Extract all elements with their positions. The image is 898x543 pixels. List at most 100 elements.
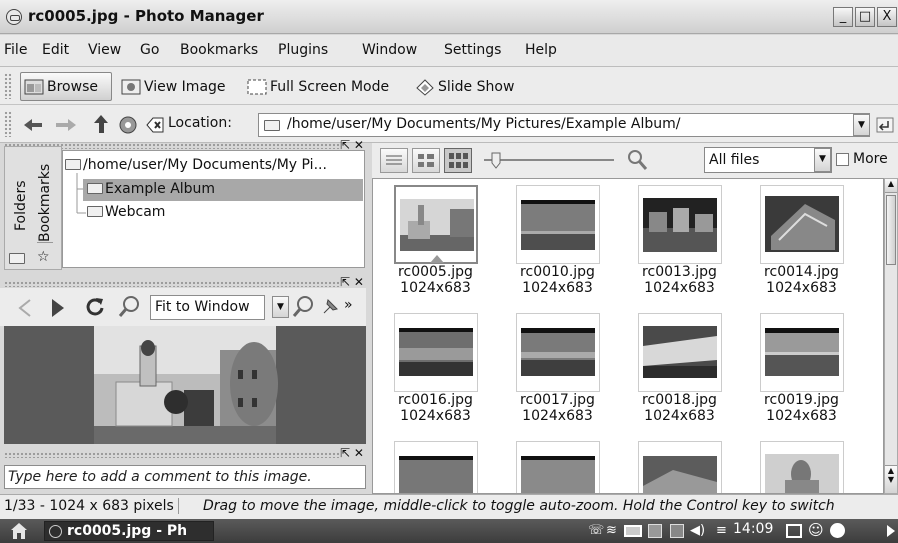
folder-icon	[264, 120, 280, 131]
file-filter-select[interactable]: All files	[704, 147, 832, 173]
view-image-button[interactable]: View Image	[118, 72, 229, 101]
menu-file[interactable]: File	[4, 42, 27, 58]
zoom-out-icon[interactable]	[118, 295, 142, 319]
bookmarks-star-icon: ☆	[37, 249, 50, 265]
minimize-button[interactable]: _	[833, 7, 853, 27]
thumbnail-scrollbar[interactable]: ▲ ▲ ▼	[884, 178, 898, 494]
location-path: /home/user/My Documents/My Pictures/Exam…	[287, 116, 681, 132]
user-smile-icon[interactable]: ☺	[808, 521, 824, 539]
thumbnail-item[interactable]: rc0017.jpg 1024x683	[495, 313, 620, 424]
forward-arrow-icon[interactable]	[54, 116, 80, 134]
full-screen-button[interactable]: Full Screen Mode	[244, 72, 392, 101]
thumbnail-item[interactable]: rc0005.jpg 1024x683	[373, 185, 498, 296]
more-checkbox[interactable]	[836, 153, 849, 166]
update-icon[interactable]	[670, 524, 684, 538]
thumbnail-item[interactable]	[739, 441, 864, 493]
back-arrow-icon[interactable]	[22, 116, 46, 134]
home-icon[interactable]	[118, 115, 138, 135]
comment-placeholder: Type here to add a comment to this image…	[8, 469, 312, 485]
menu-edit[interactable]: Edit	[42, 42, 69, 58]
tree-item-webcam[interactable]: Webcam	[87, 204, 165, 220]
location-grip[interactable]	[4, 111, 12, 137]
menu-plugins[interactable]: Plugins	[278, 42, 328, 58]
full-screen-icon	[247, 78, 267, 96]
list-view-icon[interactable]	[380, 148, 408, 173]
menu-help[interactable]: Help	[525, 42, 557, 58]
thumbnail-image	[642, 456, 717, 493]
taskbar-expand-icon[interactable]	[886, 524, 896, 538]
browse-button[interactable]: Browse	[20, 72, 112, 101]
thumbnail-item[interactable]: rc0014.jpg 1024x683	[739, 185, 864, 296]
clock[interactable]: 14:09	[733, 521, 773, 537]
pin-icon[interactable]	[320, 297, 340, 317]
status-hint: Drag to move the image, middle-click to …	[203, 498, 835, 514]
keyboard-icon[interactable]: ≡	[716, 523, 727, 539]
menu-window[interactable]: Window	[362, 42, 417, 58]
comment-input[interactable]: Type here to add a comment to this image…	[4, 465, 366, 489]
menu-go[interactable]: Go	[140, 42, 159, 58]
tab-folders[interactable]: Folders	[13, 180, 29, 231]
app-icon	[6, 9, 22, 25]
thumbnail-item[interactable]: rc0018.jpg 1024x683	[617, 313, 742, 424]
task-button[interactable]: rc0005.jpg - Ph	[44, 521, 214, 541]
thumbnail-image	[764, 454, 839, 493]
menu-settings[interactable]: Settings	[444, 42, 501, 58]
info-icon[interactable]	[830, 523, 845, 538]
thumbnail-frame	[393, 185, 478, 264]
icon-view-icon[interactable]	[444, 148, 472, 173]
thumbnail-item[interactable]	[495, 441, 620, 493]
thumbnail-size-slider[interactable]	[480, 150, 620, 170]
file-filter-value: All files	[709, 152, 760, 168]
preview-pane-close-icon[interactable]: ⇱ ✕	[340, 276, 364, 288]
clear-location-icon[interactable]	[146, 117, 164, 133]
menu-view[interactable]: View	[88, 42, 121, 58]
zoom-mode-dropdown-button[interactable]: ▼	[272, 296, 289, 318]
start-menu-icon[interactable]	[10, 522, 28, 540]
wifi-icon[interactable]: ≋	[606, 523, 617, 539]
toolbar-grip[interactable]	[4, 73, 12, 99]
network-icon[interactable]: ☏	[588, 523, 604, 539]
thumbnail-item[interactable]: rc0010.jpg 1024x683	[495, 185, 620, 296]
preview-pane-grip[interactable]	[4, 281, 340, 287]
menu-bar: File Edit View Go Bookmarks Plugins Wind…	[0, 35, 898, 67]
thumbnail-item[interactable]	[373, 441, 498, 493]
thumbnail-item[interactable]: rc0013.jpg 1024x683	[617, 185, 742, 296]
location-dropdown-button[interactable]: ▼	[853, 114, 870, 136]
close-button[interactable]: X	[877, 7, 897, 27]
location-input[interactable]: /home/user/My Documents/My Pictures/Exam…	[258, 113, 870, 137]
comment-pane-grip[interactable]	[4, 452, 340, 458]
thumbnail-item[interactable]	[617, 441, 742, 493]
detail-view-icon[interactable]	[412, 148, 440, 173]
zoom-in-icon[interactable]	[292, 295, 316, 319]
rotate-icon[interactable]	[84, 296, 106, 318]
clipboard-icon[interactable]	[648, 524, 662, 538]
folders-pane-close-icon[interactable]: ⇱ ✕	[340, 139, 364, 151]
volume-icon[interactable]: ◀)	[690, 523, 705, 539]
zoom-mode-select[interactable]: Fit to Window	[150, 295, 265, 320]
file-filter-dropdown-button[interactable]: ▼	[814, 148, 831, 172]
battery-icon[interactable]	[624, 525, 642, 537]
status-bar: 1/33 - 1024 x 683 pixels Drag to move th…	[0, 494, 898, 519]
next-image-icon[interactable]	[50, 298, 66, 318]
scroll-up-icon[interactable]: ▲	[885, 179, 897, 193]
tree-item-example-album[interactable]: Example Album	[83, 179, 363, 201]
image-preview[interactable]	[4, 326, 366, 444]
thumbnail-item[interactable]: rc0019.jpg 1024x683	[739, 313, 864, 424]
comment-pane-close-icon[interactable]: ⇱ ✕	[340, 447, 364, 459]
tab-bookmarks[interactable]: Bookmarks	[37, 163, 53, 243]
maximize-button[interactable]: □	[855, 7, 875, 27]
preview-photo	[4, 326, 366, 444]
go-icon[interactable]	[876, 117, 894, 133]
thumbnail-item[interactable]: rc0016.jpg 1024x683	[373, 313, 498, 424]
zoom-thumbnails-icon[interactable]	[626, 148, 648, 172]
slide-show-button[interactable]: Slide Show	[412, 72, 517, 101]
previous-image-icon[interactable]	[18, 298, 32, 318]
menu-bookmarks[interactable]: Bookmarks	[180, 42, 258, 58]
scrollbar-thumb[interactable]	[886, 195, 896, 265]
desktop-grid-icon[interactable]	[786, 524, 802, 538]
scroll-down-icon[interactable]: ▲ ▼	[885, 465, 897, 493]
up-arrow-icon[interactable]	[92, 113, 114, 135]
tree-root[interactable]: /home/user/My Documents/My Pi...	[65, 157, 327, 173]
more-tools-button[interactable]: »	[344, 297, 353, 313]
more-label[interactable]: More	[853, 151, 888, 167]
